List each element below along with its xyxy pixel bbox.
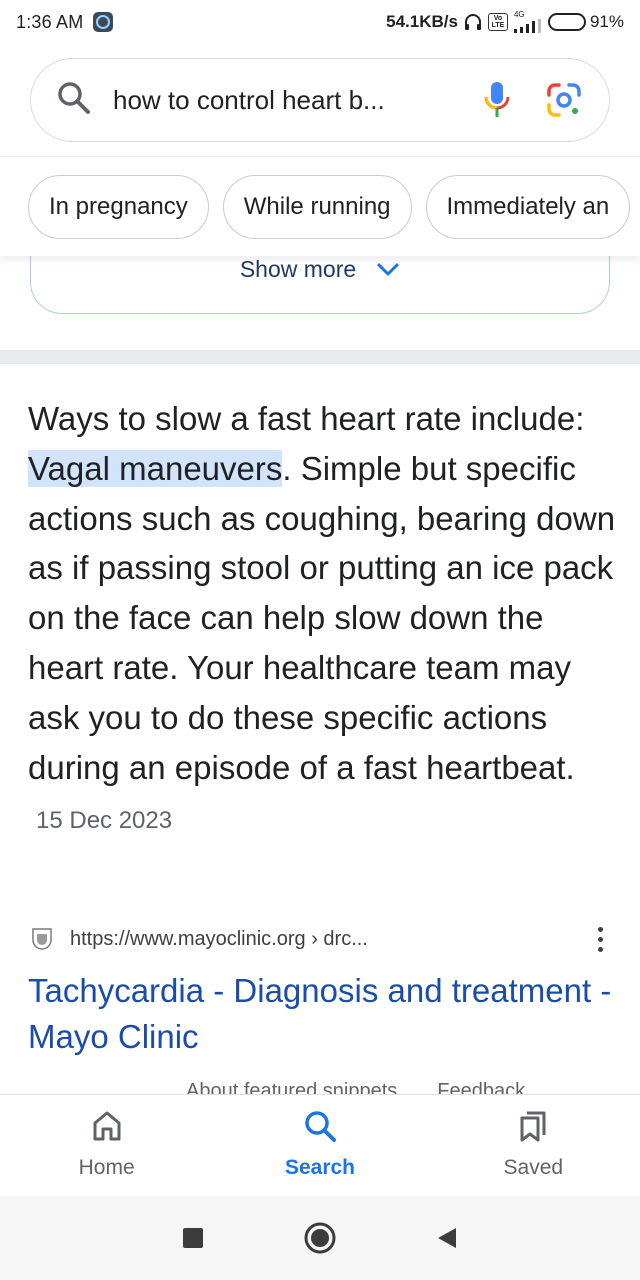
featured-snippet: Ways to slow a fast heart rate include: … (28, 394, 618, 846)
more-options-icon[interactable] (588, 924, 612, 954)
nav-saved[interactable]: Saved (427, 1095, 640, 1194)
app-notification-icon (93, 12, 114, 32)
snippet-source: https://www.mayoclinic.org › drc... Tach… (28, 924, 628, 1060)
network-type-label: 4G (513, 10, 525, 19)
search-input[interactable]: how to control heart b... (113, 85, 471, 116)
chevron-down-icon (376, 262, 400, 278)
bookmarks-icon (516, 1109, 550, 1148)
microphone-icon[interactable] (481, 80, 513, 120)
nav-home[interactable]: Home (0, 1095, 213, 1194)
chip-immediately[interactable]: Immediately an (425, 175, 631, 239)
search-icon (303, 1109, 337, 1148)
google-lens-icon[interactable] (545, 81, 583, 119)
section-divider (0, 350, 640, 364)
recents-button[interactable] (173, 1218, 213, 1258)
battery-icon: 91% (547, 12, 624, 32)
refinement-chips-panel: In pregnancy While running Immediately a… (0, 156, 640, 256)
status-indicators: 54.1KB/s Vo LTE 4G 91% (386, 11, 624, 33)
battery-percent: 91% (589, 12, 624, 31)
network-speed: 54.1KB/s (386, 12, 458, 31)
source-header: https://www.mayoclinic.org › drc... (28, 924, 628, 954)
nav-home-label: Home (78, 1156, 135, 1179)
nav-search-label: Search (284, 1156, 356, 1179)
status-time: 1:36 AM (16, 11, 84, 32)
snippet-text-before: Ways to slow a fast heart rate include: (28, 400, 585, 437)
refinement-chips: In pregnancy While running Immediately a… (28, 175, 631, 239)
volte-icon: Vo LTE (487, 13, 508, 31)
bottom-navigation: Home Search Saved (0, 1094, 640, 1194)
snippet-footer-links: About featured snippets Feedback (186, 1080, 626, 1094)
home-icon (90, 1109, 124, 1148)
show-more-label: Show more (239, 256, 357, 282)
headphones-icon (464, 13, 482, 31)
mayo-clinic-favicon-icon (28, 925, 56, 953)
system-navigation-bar (0, 1196, 640, 1280)
search-icon (57, 81, 91, 120)
chip-in-pregnancy[interactable]: In pregnancy (28, 175, 209, 239)
home-button[interactable] (300, 1218, 340, 1258)
snippet-date: 15 Dec 2023 (36, 807, 173, 835)
back-button[interactable] (427, 1218, 467, 1258)
feedback-link[interactable]: Feedback (437, 1080, 525, 1094)
snippet-highlight: Vagal maneuvers (28, 449, 283, 487)
source-url[interactable]: https://www.mayoclinic.org › drc... (70, 928, 368, 951)
chip-while-running[interactable]: While running (222, 175, 412, 239)
signal-icon: 4G (513, 10, 542, 33)
status-bar: 1:36 AM 54.1KB/s Vo LTE 4G 91% (0, 0, 640, 44)
source-title-link[interactable]: Tachycardia - Diagnosis and treatment - … (28, 968, 628, 1060)
search-bar[interactable]: how to control heart b... (30, 58, 610, 142)
nav-saved-label: Saved (503, 1156, 564, 1179)
snippet-text-after: . Simple but specific actions such as co… (28, 449, 616, 786)
nav-search[interactable]: Search (213, 1095, 426, 1194)
about-featured-snippets-link[interactable]: About featured snippets (186, 1080, 397, 1094)
